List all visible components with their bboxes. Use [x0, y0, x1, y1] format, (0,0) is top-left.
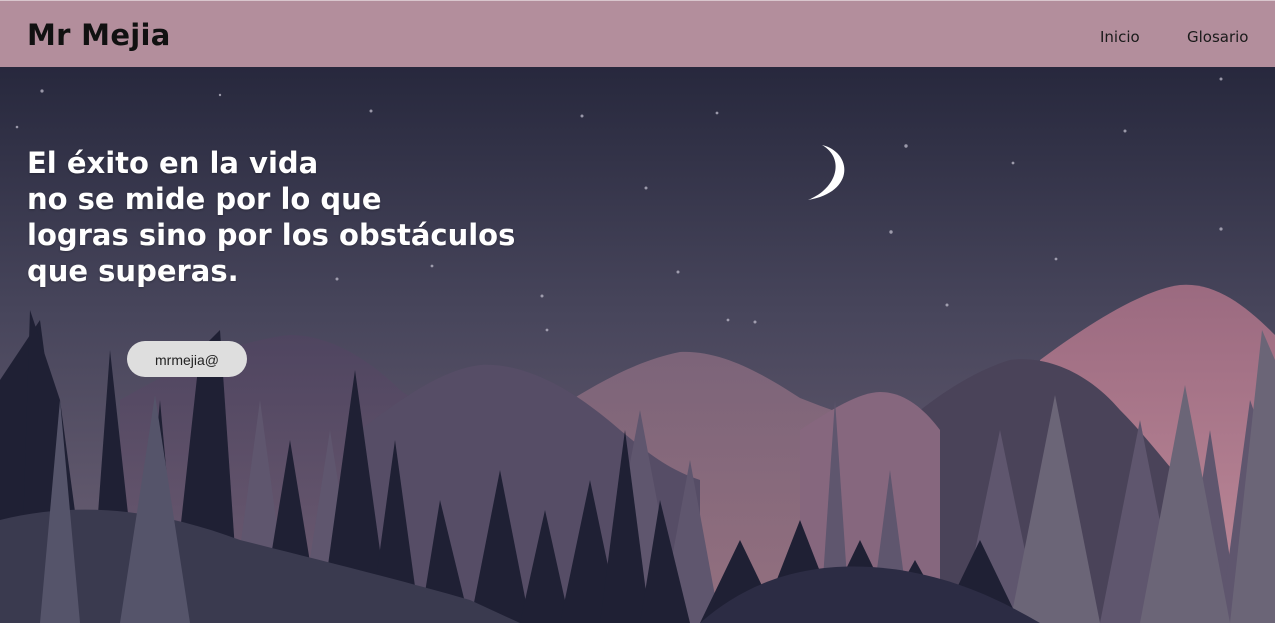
quote-line: no se mide por lo que: [27, 182, 382, 216]
nav-link-glosario[interactable]: Glosario: [1187, 28, 1249, 46]
site-brand[interactable]: Mr Mejia: [27, 18, 171, 52]
page: Mr Mejia Inicio Glosario El éxito en la …: [0, 0, 1275, 623]
quote-line: logras sino por los obstáculos: [27, 218, 516, 252]
quote-line: que superas.: [27, 254, 239, 288]
hero-quote: El éxito en la vida no se mide por lo qu…: [27, 145, 547, 289]
navbar: Mr Mejia Inicio Glosario: [0, 0, 1275, 67]
nav-link-inicio[interactable]: Inicio: [1100, 28, 1140, 46]
quote-line: El éxito en la vida: [27, 146, 319, 180]
contact-button[interactable]: mrmejia@: [127, 341, 247, 377]
